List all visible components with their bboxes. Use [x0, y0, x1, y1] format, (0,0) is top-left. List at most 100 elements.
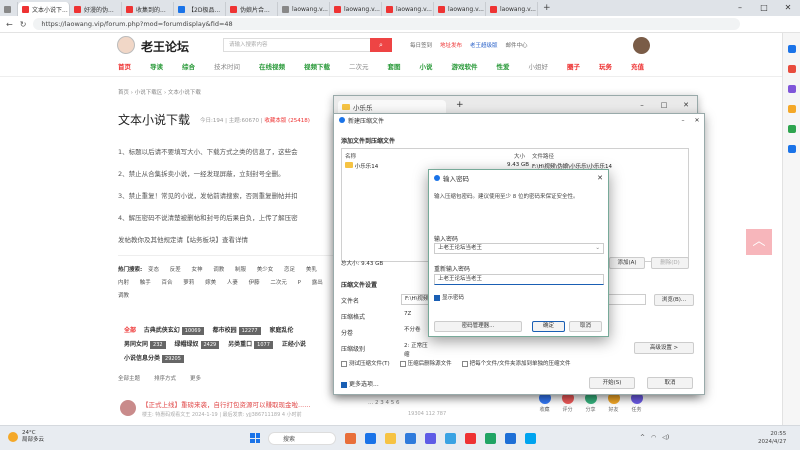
- table-row[interactable]: 【正式上线】重磅来袭，自行打包资源可以赚取现金啦...... 楼主: 特惠码观看…: [118, 395, 538, 423]
- app-icon[interactable]: [525, 433, 536, 444]
- checkin-link[interactable]: 每日签到: [410, 41, 432, 49]
- file-row[interactable]: 小乐乐14: [345, 162, 378, 170]
- app-icon[interactable]: [465, 433, 476, 444]
- nav-item[interactable]: 套图: [388, 61, 401, 71]
- browser-tab[interactable]: 伪娘片合...: [226, 2, 278, 16]
- category-item[interactable]: 古典武侠玄幻: [144, 327, 180, 334]
- explorer-new-tab-button[interactable]: +: [456, 100, 464, 110]
- nav-item[interactable]: 视频下载: [304, 61, 330, 71]
- category-item[interactable]: 小说信息分类: [124, 355, 160, 362]
- back-icon[interactable]: ←: [6, 20, 13, 29]
- app-icon[interactable]: [425, 433, 436, 444]
- hot-term[interactable]: 露出: [312, 280, 323, 286]
- hot-term[interactable]: 百合: [162, 280, 173, 286]
- app-icon[interactable]: [445, 433, 456, 444]
- nav-item[interactable]: 导读: [150, 61, 163, 71]
- hot-term[interactable]: 美乳: [306, 267, 317, 273]
- edge-icon[interactable]: [405, 433, 416, 444]
- hot-term[interactable]: 女神: [191, 267, 202, 273]
- show-password-checkbox[interactable]: 显示密码: [434, 293, 464, 301]
- refresh-icon[interactable]: ↻: [20, 20, 27, 29]
- nav-item[interactable]: 充值: [631, 61, 644, 71]
- separate-archive-checkbox[interactable]: 把每个文件/文件夹添加到单独的压缩文件: [461, 359, 571, 367]
- avatar[interactable]: [120, 400, 136, 416]
- explorer-tab[interactable]: 小乐乐: [338, 100, 446, 114]
- browser-tab-active[interactable]: 文本小说下...×: [18, 2, 70, 16]
- nav-item[interactable]: 圈子: [567, 61, 580, 71]
- browser-tab[interactable]: laowang.v...: [330, 2, 382, 16]
- logo-mascot-icon[interactable]: [117, 36, 135, 54]
- browser-tab[interactable]: laowang.v...: [434, 2, 486, 16]
- thread-title[interactable]: 【正式上线】重磅来袭，自行打包资源可以赚取现金啦......: [142, 399, 310, 409]
- hot-term[interactable]: 反差: [170, 267, 181, 273]
- search-button[interactable]: ⌕: [370, 38, 392, 52]
- close-window-icon[interactable]: ✕: [776, 0, 800, 16]
- hot-term[interactable]: 内射: [118, 280, 129, 286]
- split-select[interactable]: 不分卷: [401, 326, 429, 337]
- clock[interactable]: 20:55 2024/4/27: [758, 430, 786, 446]
- minimize-icon[interactable]: –: [676, 117, 690, 124]
- confirm-password-field[interactable]: 上老王论坛当老王: [434, 274, 604, 285]
- category-item[interactable]: 正经小说: [282, 341, 306, 348]
- nav-item[interactable]: 玩务: [599, 61, 612, 71]
- hot-term[interactable]: P: [298, 280, 301, 286]
- share-rate[interactable]: 评分: [559, 392, 576, 413]
- volume-icon[interactable]: ◁): [662, 434, 669, 441]
- file-explorer-icon[interactable]: [385, 433, 396, 444]
- filter-more[interactable]: 更多: [190, 374, 201, 382]
- share-favorite[interactable]: 收藏: [536, 392, 553, 413]
- premium-link[interactable]: 老王超级版: [470, 41, 498, 49]
- url-input[interactable]: https://laowang.vip/forum.php?mod=forumd…: [33, 18, 740, 30]
- category-item[interactable]: 家庭乱伦: [269, 327, 293, 334]
- thread-pages[interactable]: ... 2 3 4 5 6: [368, 400, 399, 406]
- category-item[interactable]: 男同女同: [124, 341, 148, 348]
- hot-term[interactable]: 制服: [235, 267, 246, 273]
- nav-item[interactable]: 性爱: [497, 61, 510, 71]
- app-icon[interactable]: [365, 433, 376, 444]
- close-icon[interactable]: ✕: [592, 174, 608, 182]
- browser-tab[interactable]: [0, 2, 18, 16]
- cancel-button[interactable]: 取消: [569, 321, 602, 332]
- chevron-down-icon[interactable]: ⌄: [595, 244, 600, 253]
- nav-item-home[interactable]: 首页: [118, 61, 131, 71]
- app-icon[interactable]: [345, 433, 356, 444]
- ok-button[interactable]: 确定: [532, 321, 565, 332]
- share-share[interactable]: 分享: [582, 392, 599, 413]
- hot-term[interactable]: 调教: [213, 267, 224, 273]
- more-options-checkbox[interactable]: 更多选项...: [341, 379, 379, 388]
- user-avatar[interactable]: [633, 37, 650, 54]
- test-archive-checkbox[interactable]: 测试压缩文件(T): [341, 359, 390, 367]
- close-icon[interactable]: ✕: [690, 117, 704, 124]
- tools-icon[interactable]: [787, 85, 796, 93]
- taskbar-search[interactable]: 搜索: [268, 432, 336, 445]
- outlook-icon[interactable]: [787, 145, 796, 153]
- nav-item[interactable]: 二次元: [349, 61, 369, 71]
- minimize-icon[interactable]: –: [631, 101, 653, 109]
- hot-term[interactable]: 嫁美: [205, 280, 216, 286]
- nav-item[interactable]: 小姐好: [529, 61, 549, 71]
- filter-sort[interactable]: 排序方式: [154, 374, 176, 382]
- maximize-icon[interactable]: □: [752, 0, 776, 16]
- delete-button[interactable]: 删除(D): [651, 257, 689, 269]
- hot-term[interactable]: 触手: [140, 280, 151, 286]
- address-link[interactable]: 地址发布: [440, 41, 462, 49]
- share-friend[interactable]: 好友: [605, 392, 622, 413]
- browser-tab[interactable]: 【2D极品...: [174, 2, 226, 16]
- scroll-top-button[interactable]: ︿: [746, 229, 772, 255]
- browser-tab[interactable]: 收集到的...: [122, 2, 174, 16]
- hot-term[interactable]: 伊藤: [249, 280, 260, 286]
- start-button[interactable]: 开始(S): [589, 377, 635, 389]
- browser-tab[interactable]: laowang.v...: [486, 2, 538, 16]
- wifi-icon[interactable]: ◠: [651, 434, 656, 441]
- favorite-forum-link[interactable]: 收藏本版 (25418): [264, 118, 310, 124]
- nav-item[interactable]: 综合: [182, 61, 195, 71]
- column-header-size[interactable]: 大小: [514, 152, 525, 160]
- advanced-settings-button[interactable]: 高级设置 >: [634, 342, 694, 354]
- hot-term[interactable]: 美少女: [257, 267, 274, 273]
- category-item[interactable]: 绿帽绿奴: [174, 341, 198, 348]
- windows-start-icon[interactable]: [250, 433, 260, 443]
- site-search-input[interactable]: 请输入搜索内容: [223, 38, 371, 52]
- category-all[interactable]: 全部: [124, 327, 136, 334]
- cancel-button[interactable]: 取消: [647, 377, 693, 389]
- password-manager-button[interactable]: 密码管理器...: [434, 321, 522, 332]
